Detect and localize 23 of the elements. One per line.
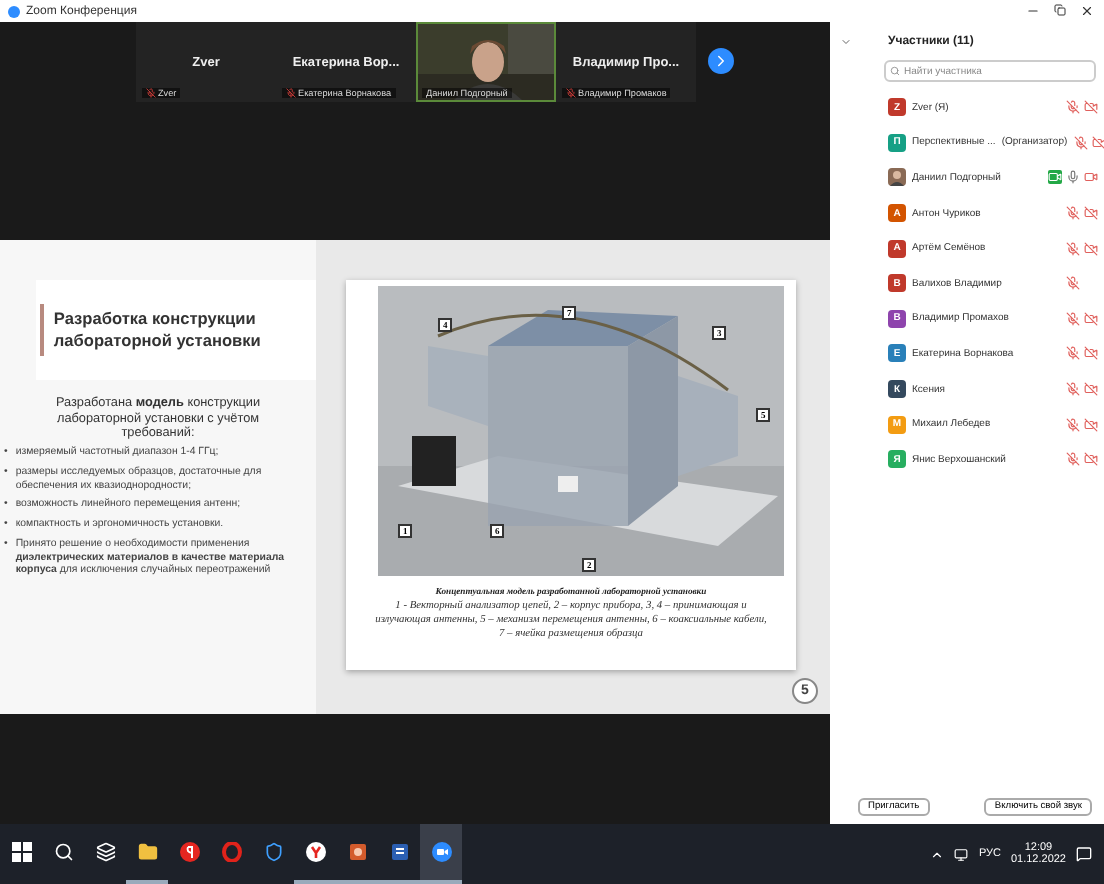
minimize-icon[interactable]: [1026, 4, 1040, 18]
chevron-right-icon: [712, 52, 730, 70]
app-logo-icon: [8, 5, 20, 17]
video-app-icon[interactable]: [431, 842, 451, 862]
search-icon: [890, 66, 900, 76]
windows-icon[interactable]: [11, 842, 31, 862]
task-view-icon[interactable]: [95, 842, 115, 862]
restore-icon[interactable]: [1054, 4, 1066, 16]
network-icon[interactable]: [954, 847, 969, 861]
circle-letter-icon[interactable]: [179, 842, 199, 862]
document-icon[interactable]: [389, 842, 409, 862]
browser-icon[interactable]: [305, 842, 325, 862]
ring-icon[interactable]: [221, 842, 241, 862]
slide-title: Разработка конструкции лабораторной установки: [53, 308, 263, 352]
search-icon[interactable]: [53, 842, 73, 862]
notifications-icon[interactable]: [1076, 846, 1092, 862]
next-page-button[interactable]: [708, 48, 734, 74]
avatar-figure-icon: [888, 168, 906, 187]
shield-icon[interactable]: [263, 842, 283, 862]
presentation-icon[interactable]: [347, 842, 367, 862]
folder-icon[interactable]: [137, 842, 157, 862]
chevron-up-icon[interactable]: [930, 847, 945, 861]
close-icon[interactable]: [1080, 4, 1094, 18]
